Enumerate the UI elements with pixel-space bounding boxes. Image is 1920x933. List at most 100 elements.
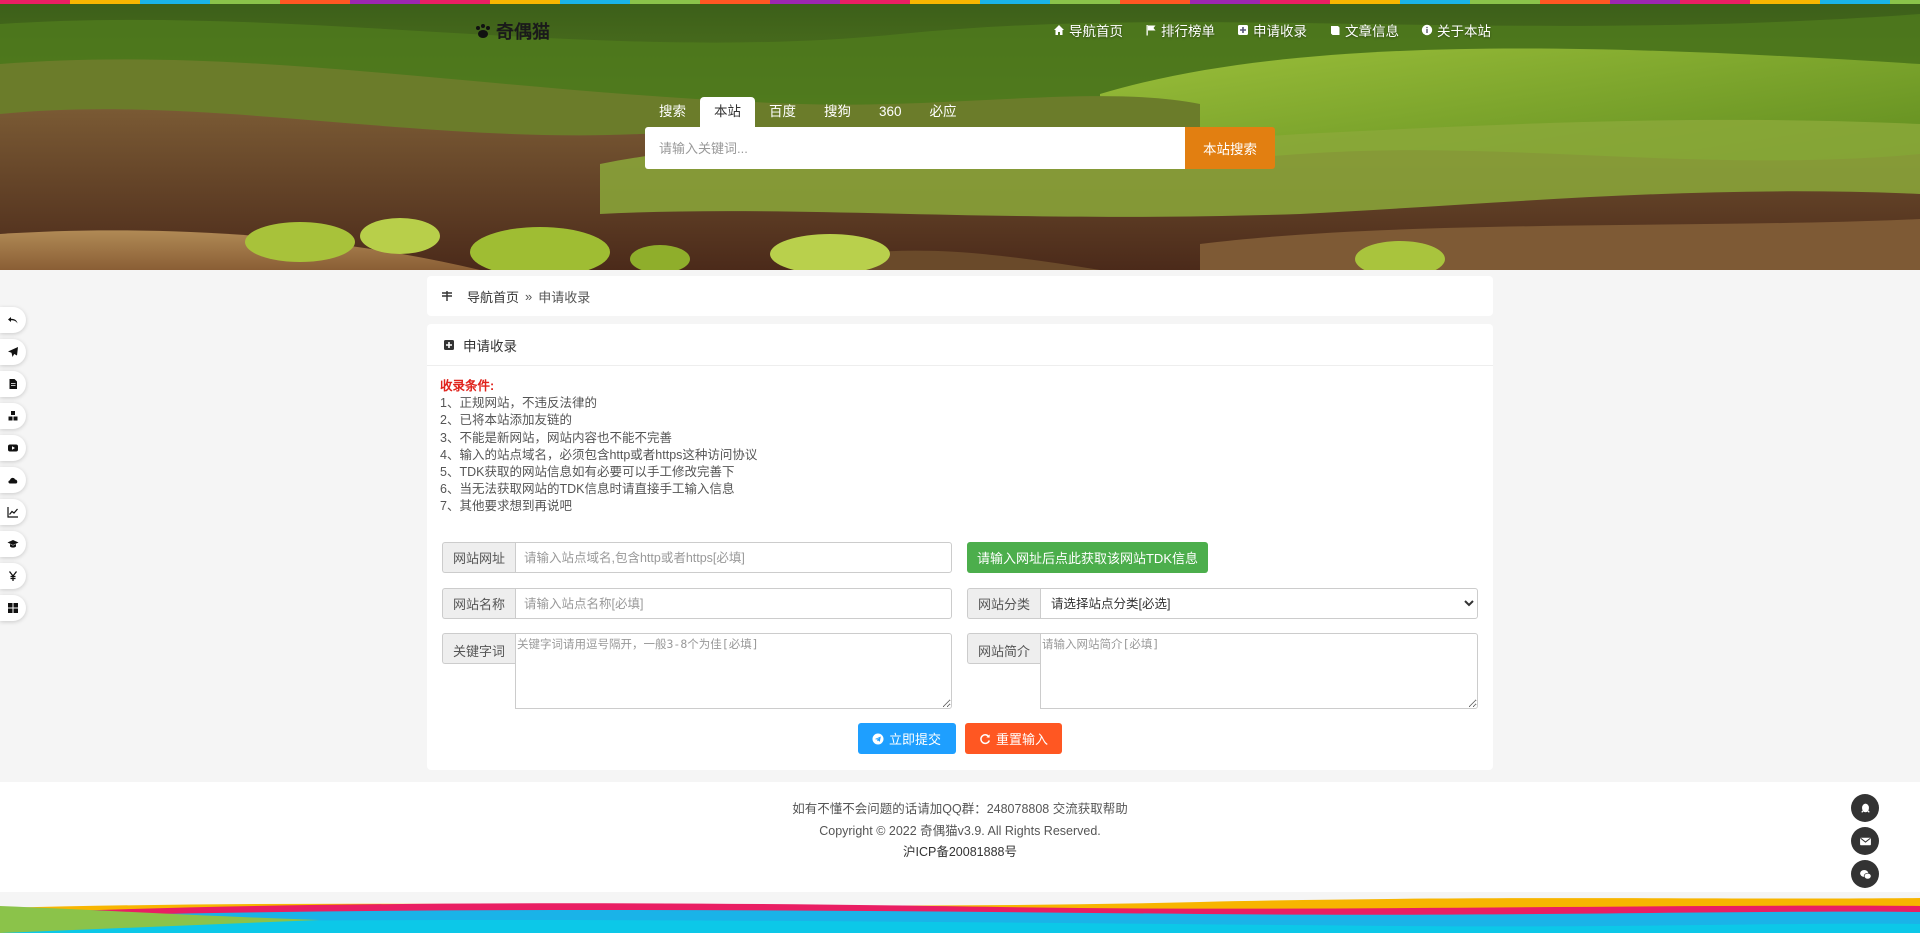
url-input[interactable] — [515, 542, 952, 573]
wechat-button[interactable] — [1851, 860, 1879, 888]
apply-panel: 申请收录 收录条件: 1、正规网站，不违反法律的 2、已将本站添加友链的 3、不… — [427, 324, 1493, 770]
reset-button[interactable]: 重置输入 — [965, 723, 1062, 754]
rule-item: 6、当无法获取网站的TDK信息时请直接手工输入信息 — [440, 482, 735, 497]
telegram-button[interactable] — [0, 339, 26, 365]
envelope-icon — [1859, 837, 1871, 845]
document-button[interactable] — [0, 371, 26, 397]
breadcrumb: 导航首页 » 申请收录 — [427, 276, 1493, 316]
description-textarea[interactable] — [1040, 633, 1478, 709]
footer-qq-group: 如有不懂不会问题的话请加QQ群：248078808 交流获取帮助 — [792, 802, 1128, 816]
nav-home-label: 导航首页 — [1069, 24, 1123, 39]
email-button[interactable] — [1851, 827, 1879, 855]
panel-title: 申请收录 — [463, 338, 517, 354]
nav-articles[interactable]: 文章信息 — [1329, 20, 1399, 40]
top-nav: 导航首页 排行榜单 申请收录 文章信息 关于本站 — [1053, 20, 1491, 40]
qq-icon — [1860, 803, 1870, 813]
search-input[interactable] — [645, 127, 1185, 169]
search-box: 本站搜索 — [645, 127, 1275, 169]
line-chart-icon — [7, 507, 18, 518]
url-label: 网站网址 — [442, 542, 515, 573]
category-field-group: 网站分类 请选择站点分类[必选] — [967, 588, 1478, 619]
site-logo[interactable]: 奇偶猫 — [474, 18, 550, 44]
home-icon — [1054, 25, 1064, 35]
rainbow-footer-waves — [0, 892, 1920, 933]
cubes-icon — [8, 411, 18, 421]
search-button[interactable]: 本站搜索 — [1185, 127, 1275, 169]
rule-item: 1、正规网站，不违反法律的 — [440, 396, 597, 411]
paper-plane-icon — [8, 347, 18, 357]
nav-home[interactable]: 导航首页 — [1053, 20, 1123, 40]
nav-ranking-label: 排行榜单 — [1161, 24, 1215, 39]
youtube-icon — [8, 444, 18, 452]
refresh-icon — [980, 733, 991, 744]
cloud-icon — [8, 477, 18, 484]
right-contact-toolbar — [1851, 794, 1879, 888]
chart-button[interactable] — [0, 499, 26, 525]
rules-list: 收录条件: 1、正规网站，不违反法律的 2、已将本站添加友链的 3、不能是新网站… — [440, 378, 757, 516]
rule-item: 7、其他要求想到再说吧 — [440, 499, 572, 514]
category-label: 网站分类 — [967, 588, 1040, 619]
submit-button[interactable]: 立即提交 — [858, 723, 956, 754]
nav-about[interactable]: 关于本站 — [1421, 20, 1491, 40]
rule-item: 5、TDK获取的网站信息如有必要可以手工修改完善下 — [440, 465, 735, 480]
rule-item: 4、输入的站点域名，必须包含http或者https这种访问协议 — [440, 447, 758, 462]
flag-icon — [1146, 25, 1156, 36]
rule-item: 3、不能是新网站，网站内容也不能不完善 — [440, 430, 672, 445]
th-large-icon — [8, 603, 18, 613]
footer: 如有不懂不会问题的话请加QQ群：248078808 交流获取帮助 Copyrig… — [0, 782, 1920, 892]
panel-header: 申请收录 — [427, 324, 1493, 366]
apps-button[interactable] — [0, 595, 26, 621]
tab-site[interactable]: 本站 — [700, 97, 755, 127]
breadcrumb-home[interactable]: 导航首页 — [467, 287, 519, 306]
file-icon — [9, 379, 17, 389]
breadcrumb-separator: » — [525, 288, 533, 304]
keywords-field-group: 关键字词 — [442, 633, 952, 709]
logo-text: 奇偶猫 — [496, 22, 550, 42]
nav-articles-label: 文章信息 — [1345, 24, 1399, 39]
cloud-button[interactable] — [0, 467, 26, 493]
graduation-cap-icon — [7, 540, 19, 548]
yen-icon — [8, 571, 18, 581]
education-button[interactable] — [0, 531, 26, 557]
nav-apply-label: 申请收录 — [1253, 24, 1307, 39]
keywords-textarea[interactable] — [515, 633, 952, 709]
footer-icp[interactable]: 沪ICP备20081888号 — [0, 841, 1920, 860]
tab-baidu[interactable]: 百度 — [755, 97, 810, 127]
category-select[interactable]: 请选择站点分类[必选] — [1040, 588, 1478, 619]
wechat-icon — [1859, 869, 1871, 879]
video-button[interactable] — [0, 435, 26, 461]
undo-icon — [8, 317, 18, 324]
reset-label: 重置输入 — [996, 732, 1049, 747]
rules-title: 收录条件: — [440, 379, 495, 393]
tab-360[interactable]: 360 — [865, 97, 916, 127]
info-circle-icon — [1421, 24, 1433, 36]
url-field-group: 网站网址 — [442, 542, 952, 573]
rule-item: 2、已将本站添加友链的 — [440, 413, 572, 428]
plus-square-icon — [444, 339, 454, 350]
fetch-tdk-button[interactable]: 请输入网址后点此获取该网站TDK信息 — [967, 542, 1208, 573]
plus-square-icon — [1238, 25, 1248, 35]
submit-label: 立即提交 — [889, 732, 942, 747]
finance-button[interactable] — [0, 563, 26, 589]
search-engine-tabs: 搜索 本站 百度 搜狗 360 必应 — [645, 97, 971, 127]
keywords-label: 关键字词 — [442, 633, 515, 664]
nav-ranking[interactable]: 排行榜单 — [1145, 20, 1215, 40]
left-toolbar — [0, 307, 26, 621]
book-icon — [1331, 26, 1340, 35]
cubes-button[interactable] — [0, 403, 26, 429]
nav-apply[interactable]: 申请收录 — [1237, 20, 1307, 40]
search-label: 搜索 — [659, 104, 686, 119]
form-actions: 立即提交 重置输入 — [858, 723, 1062, 754]
footer-copyright: Copyright © 2022 奇偶猫v3.9. All Rights Res… — [819, 824, 1101, 838]
tab-bing[interactable]: 必应 — [916, 97, 971, 127]
description-label: 网站简介 — [967, 633, 1040, 664]
telegram-icon — [872, 733, 884, 744]
breadcrumb-current: 申请收录 — [538, 289, 591, 305]
undo-button[interactable] — [0, 307, 26, 333]
description-field-group: 网站简介 — [967, 633, 1478, 709]
qq-button[interactable] — [1851, 794, 1879, 822]
name-input[interactable] — [515, 588, 952, 619]
name-label: 网站名称 — [442, 588, 515, 619]
sliders-icon — [442, 291, 452, 301]
tab-sogou[interactable]: 搜狗 — [810, 97, 865, 127]
